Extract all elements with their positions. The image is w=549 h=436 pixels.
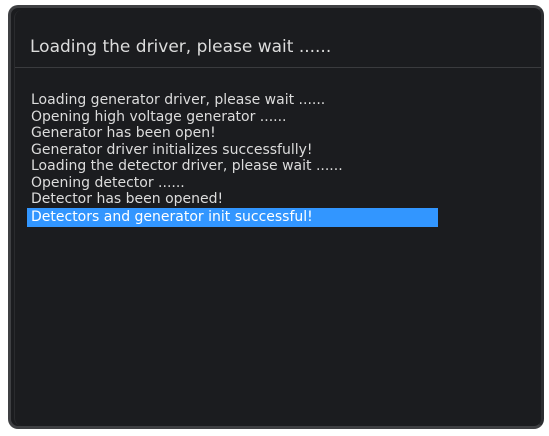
log-line[interactable]: Loading generator driver, please wait ..… [27, 92, 438, 109]
log-list[interactable]: Loading generator driver, please wait ..… [27, 92, 438, 227]
log-line[interactable]: Loading the detector driver, please wait… [27, 158, 438, 175]
log-line[interactable]: Opening detector ...... [27, 175, 438, 192]
dialog-header: Loading the driver, please wait ...... [15, 10, 541, 68]
log-line[interactable]: Generator has been open! [27, 125, 438, 142]
log-line[interactable]: Detector has been opened! [27, 191, 438, 208]
dialog-body: Loading the driver, please wait ...... L… [14, 10, 541, 426]
log-line[interactable]: Generator driver initializes successfull… [27, 142, 438, 159]
dialog-title: Loading the driver, please wait ...... [30, 37, 332, 57]
log-line-selected[interactable]: Detectors and generator init successful! [27, 207, 438, 227]
loading-dialog: Loading the driver, please wait ...... L… [8, 5, 544, 429]
log-line[interactable]: Opening high voltage generator ...... [27, 109, 438, 126]
